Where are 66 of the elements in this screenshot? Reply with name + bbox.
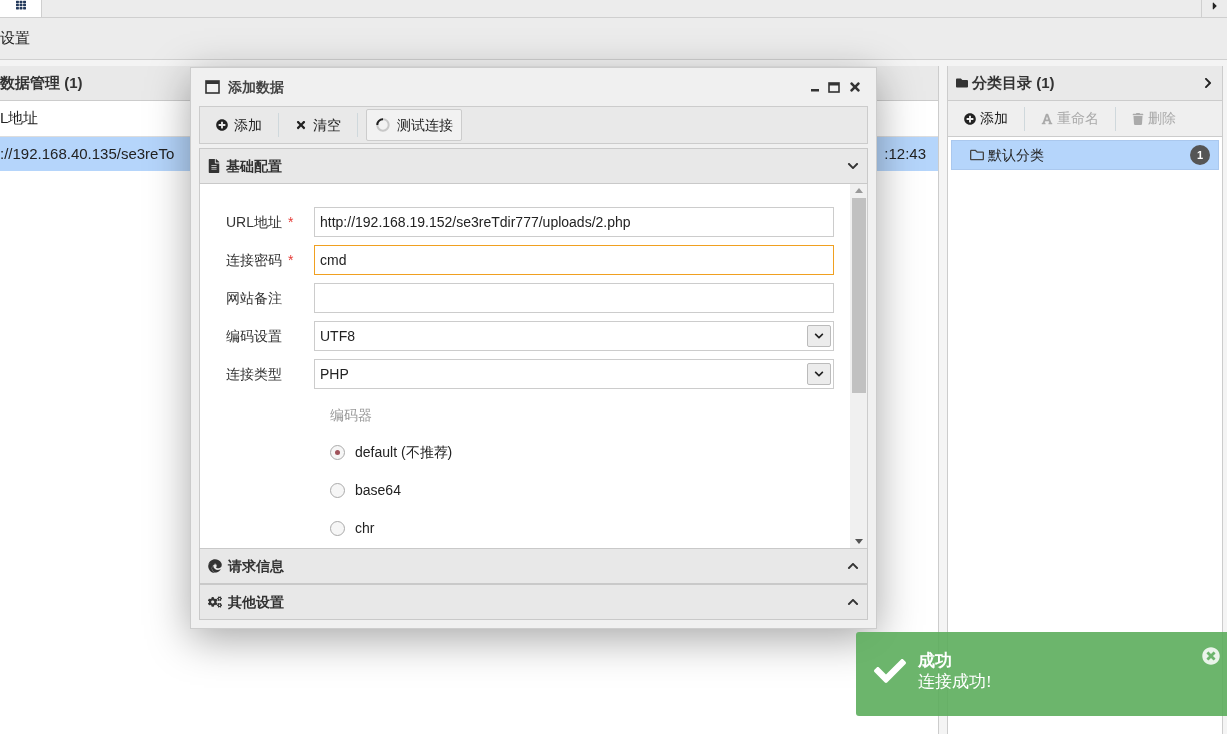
select-field[interactable]: UTF8 bbox=[314, 321, 834, 351]
folder-icon bbox=[970, 148, 984, 162]
folder-icon bbox=[956, 77, 968, 89]
field-label: 编码设置 bbox=[226, 326, 282, 346]
font-icon bbox=[1041, 112, 1053, 125]
field-label: 连接密码 bbox=[226, 250, 282, 270]
scrollbar[interactable] bbox=[850, 184, 867, 548]
select-field[interactable]: PHP bbox=[314, 359, 834, 389]
section-header[interactable]: 其他设置 bbox=[199, 584, 868, 620]
chevron-up-icon bbox=[847, 560, 859, 572]
spinner-icon bbox=[375, 117, 391, 133]
count-badge: 1 bbox=[1190, 145, 1210, 165]
column-header[interactable]: L地址 bbox=[0, 107, 39, 130]
radio-button[interactable] bbox=[330, 482, 345, 498]
tree-item-label: 默认分类 bbox=[988, 145, 1044, 165]
section-title: 请求信息 bbox=[228, 556, 284, 576]
trash-icon bbox=[1132, 112, 1144, 125]
radio-button[interactable] bbox=[330, 444, 345, 460]
table-cell-text: ://192.168.40.135/se3reTo bbox=[0, 143, 175, 164]
maximize-icon[interactable] bbox=[828, 81, 840, 93]
window-title: 添加数据 bbox=[228, 77, 284, 97]
plus-icon bbox=[964, 112, 976, 125]
field-label: URL地址 bbox=[226, 212, 282, 232]
radio-button[interactable] bbox=[330, 520, 345, 536]
toast-title: 成功 bbox=[918, 650, 953, 672]
chevron-down-icon bbox=[847, 160, 859, 172]
tab[interactable] bbox=[0, 0, 42, 17]
chevron-down-icon bbox=[814, 331, 824, 341]
panel-title: 数据管理 (1) bbox=[0, 72, 83, 93]
tree-item[interactable]: 默认分类 1 bbox=[951, 140, 1219, 170]
table-cell-text: :12:43 bbox=[884, 143, 927, 164]
menu-item[interactable]: 设置 bbox=[0, 27, 30, 50]
plus-icon bbox=[216, 119, 228, 131]
input-field[interactable] bbox=[314, 283, 834, 313]
toolbar-button[interactable]: 添加 bbox=[956, 108, 1016, 129]
grid-icon bbox=[14, 0, 27, 10]
required-mark: * bbox=[288, 212, 294, 232]
chevron-right-icon[interactable] bbox=[1202, 77, 1214, 89]
radio-option[interactable]: chr bbox=[330, 509, 834, 547]
toolbar-button[interactable]: 测试连接 bbox=[366, 109, 462, 141]
toolbar-button[interactable]: 添加 bbox=[208, 111, 270, 139]
input-field[interactable]: cmd bbox=[314, 245, 834, 275]
toolbar-button[interactable]: 清空 bbox=[287, 111, 349, 139]
gears-icon bbox=[208, 595, 222, 609]
group-label: 编码器 bbox=[330, 405, 373, 425]
section-header[interactable]: 基础配置 bbox=[199, 148, 868, 184]
browser-icon bbox=[208, 559, 222, 573]
section-title: 基础配置 bbox=[226, 156, 282, 176]
radio-option[interactable]: base64 bbox=[330, 471, 834, 509]
required-mark: * bbox=[288, 250, 294, 270]
chevron-up-icon bbox=[847, 596, 859, 608]
input-field[interactable]: http://192.168.19.152/se3reTdir777/uploads/2.php bbox=[314, 207, 834, 237]
close-icon[interactable] bbox=[848, 80, 862, 94]
field-label: 网站备注 bbox=[226, 288, 282, 308]
document-icon bbox=[208, 159, 220, 173]
panel-title: 分类目录 (1) bbox=[972, 72, 1055, 93]
field-label: 连接类型 bbox=[226, 364, 282, 384]
section-title: 其他设置 bbox=[228, 592, 284, 612]
section-header[interactable]: 请求信息 bbox=[199, 548, 868, 584]
chevron-down-icon bbox=[814, 369, 824, 379]
scroll-thumb[interactable] bbox=[851, 198, 866, 393]
scroll-down-icon[interactable] bbox=[854, 539, 863, 544]
radio-option[interactable]: default (不推荐) bbox=[330, 433, 834, 471]
close-icon bbox=[295, 119, 307, 131]
window-icon bbox=[205, 80, 220, 94]
toast-message: 连接成功! bbox=[918, 671, 992, 693]
